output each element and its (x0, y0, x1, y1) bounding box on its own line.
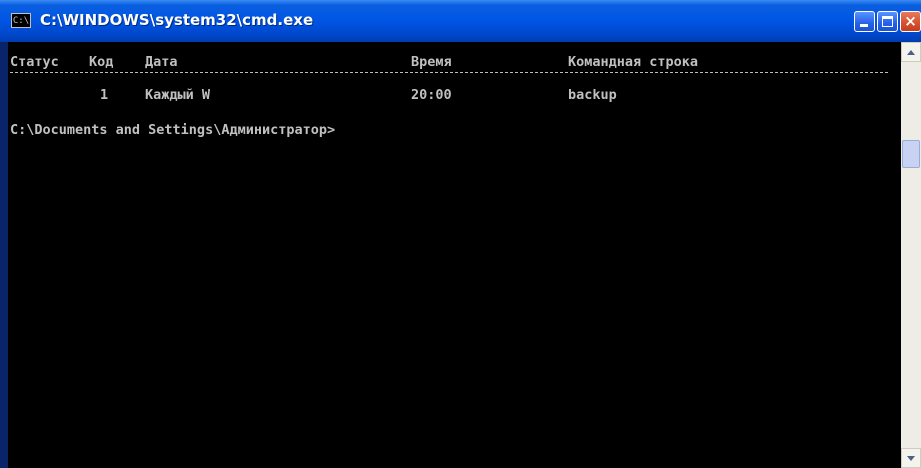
header-command: Командная строка (568, 54, 699, 70)
header-separator (10, 72, 888, 73)
console-output[interactable]: Статус Код Дата Время Командная строка 1… (8, 42, 901, 468)
scroll-thumb[interactable] (902, 140, 920, 168)
scroll-track[interactable] (901, 62, 921, 448)
row-id: 1 (100, 87, 109, 103)
header-id: Код (89, 54, 114, 70)
title-bar[interactable]: C:\ C:\WINDOWS\system32\cmd.exe × (0, 0, 921, 42)
header-date: Дата (145, 54, 178, 70)
row-time: 20:00 (411, 87, 452, 103)
row-date: Каждый W (145, 87, 211, 103)
command-prompt[interactable]: C:\Documents and Settings\Администратор> (10, 121, 335, 139)
row-command: backup (568, 87, 617, 103)
minimize-icon (860, 24, 868, 27)
vertical-scrollbar[interactable] (901, 42, 921, 468)
arrow-up-icon (907, 50, 915, 55)
scroll-up-button[interactable] (901, 42, 921, 62)
window-title: C:\WINDOWS\system32\cmd.exe (40, 11, 314, 29)
close-icon: × (904, 12, 917, 30)
header-status: Статус (10, 54, 59, 70)
arrow-down-icon (907, 456, 915, 461)
close-button[interactable]: × (900, 11, 921, 32)
maximize-button[interactable] (877, 11, 898, 32)
console-icon[interactable]: C:\ (11, 13, 31, 28)
maximize-icon (882, 16, 893, 27)
header-time: Время (411, 54, 452, 70)
scroll-down-button[interactable] (901, 448, 921, 468)
minimize-button[interactable] (854, 11, 875, 32)
cmd-window: C:\ C:\WINDOWS\system32\cmd.exe × Статус… (0, 0, 921, 468)
